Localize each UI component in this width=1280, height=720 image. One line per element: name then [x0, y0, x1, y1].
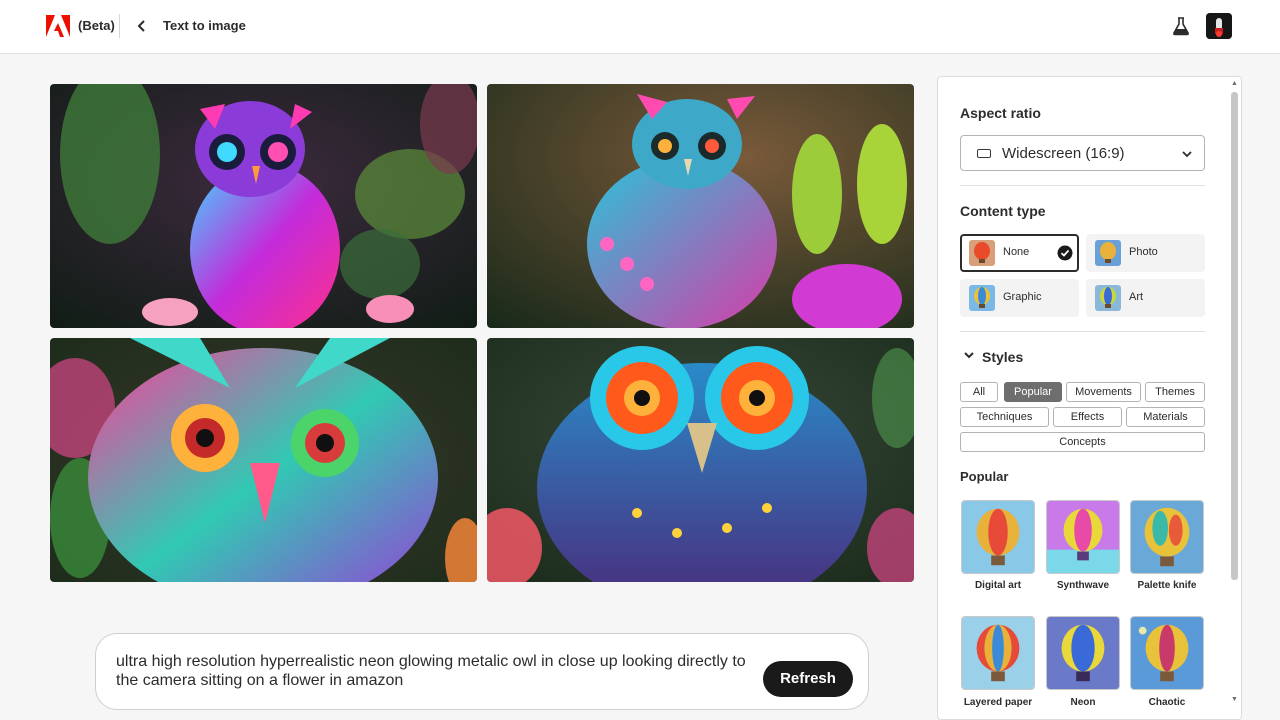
scroll-up-arrow-icon[interactable]: ▲: [1229, 80, 1240, 90]
aspect-ratio-value: Widescreen (16:9): [1002, 145, 1125, 162]
styles-heading[interactable]: Styles: [982, 349, 1023, 365]
style-chip-movements[interactable]: Movements: [1066, 382, 1141, 402]
adobe-logo[interactable]: [46, 15, 70, 37]
scroll-thumb[interactable]: [1231, 92, 1238, 580]
balloon-thumbnail: [969, 240, 995, 266]
style-chip-concepts[interactable]: Concepts: [960, 432, 1205, 452]
content-type-label: Photo: [1129, 246, 1158, 258]
chevron-down-icon: [1182, 151, 1192, 158]
style-chip-all[interactable]: All: [960, 382, 998, 402]
generated-image-3[interactable]: [50, 338, 477, 582]
style-card-label: Neon: [1070, 697, 1096, 708]
top-bar: (Beta) Text to image: [0, 0, 1280, 54]
style-card-label: Layered paper: [963, 697, 1033, 708]
style-card-label: Digital art: [974, 580, 1022, 591]
content-type-graphic[interactable]: Graphic: [960, 279, 1079, 317]
checkmark-icon: [1057, 245, 1073, 261]
panel-scrollbar[interactable]: ▲ ▼: [1229, 80, 1240, 710]
content-type-photo[interactable]: Photo: [1086, 234, 1205, 272]
content-type-label: None: [1003, 246, 1030, 258]
style-chip-themes[interactable]: Themes: [1145, 382, 1205, 402]
section-divider: [960, 185, 1205, 186]
style-chip-materials[interactable]: Materials: [1126, 407, 1205, 427]
scroll-down-arrow-icon[interactable]: ▼: [1229, 696, 1240, 706]
balloon-thumbnail: [1095, 285, 1121, 311]
chevron-down-icon[interactable]: [963, 349, 975, 361]
generated-image-2[interactable]: [487, 84, 914, 328]
widescreen-icon: [977, 149, 991, 158]
labs-flask-icon[interactable]: [1172, 16, 1190, 36]
aspect-ratio-heading: Aspect ratio: [960, 105, 1041, 121]
style-chip-techniques[interactable]: Techniques: [960, 407, 1049, 427]
generated-image-1[interactable]: [50, 84, 477, 328]
popular-heading: Popular: [960, 469, 1009, 484]
style-card-digital-art[interactable]: [961, 500, 1035, 574]
refresh-button[interactable]: Refresh: [763, 661, 853, 697]
style-card-palette-knife[interactable]: [1130, 500, 1204, 574]
back-chevron-icon[interactable]: [133, 16, 151, 36]
aspect-ratio-dropdown[interactable]: Widescreen (16:9): [960, 135, 1205, 171]
style-card-label: Chaotic: [1148, 697, 1186, 708]
generated-image-4[interactable]: [487, 338, 914, 582]
style-chip-effects[interactable]: Effects: [1053, 407, 1122, 427]
balloon-thumbnail: [969, 285, 995, 311]
style-card-chaotic[interactable]: [1130, 616, 1204, 690]
style-chip-popular[interactable]: Popular: [1004, 382, 1062, 402]
style-card-label: Synthwave: [1056, 580, 1110, 591]
style-card-layered-paper[interactable]: [961, 616, 1035, 690]
content-type-heading: Content type: [960, 203, 1046, 219]
content-type-none[interactable]: None: [960, 234, 1079, 272]
prompt-bar: ultra high resolution hyperrealistic neo…: [95, 633, 869, 710]
page-title: Text to image: [163, 18, 246, 33]
beta-badge: (Beta): [78, 18, 115, 33]
section-divider: [960, 331, 1205, 332]
content-type-label: Graphic: [1003, 291, 1042, 303]
user-avatar[interactable]: [1206, 13, 1232, 39]
style-card-label: Palette knife: [1137, 580, 1197, 591]
content-type-art[interactable]: Art: [1086, 279, 1205, 317]
header-divider: [119, 14, 120, 38]
content-type-label: Art: [1129, 291, 1144, 303]
style-card-neon[interactable]: [1046, 616, 1120, 690]
prompt-input[interactable]: ultra high resolution hyperrealistic neo…: [116, 652, 756, 690]
balloon-thumbnail: [1095, 240, 1121, 266]
style-card-synthwave[interactable]: [1046, 500, 1120, 574]
